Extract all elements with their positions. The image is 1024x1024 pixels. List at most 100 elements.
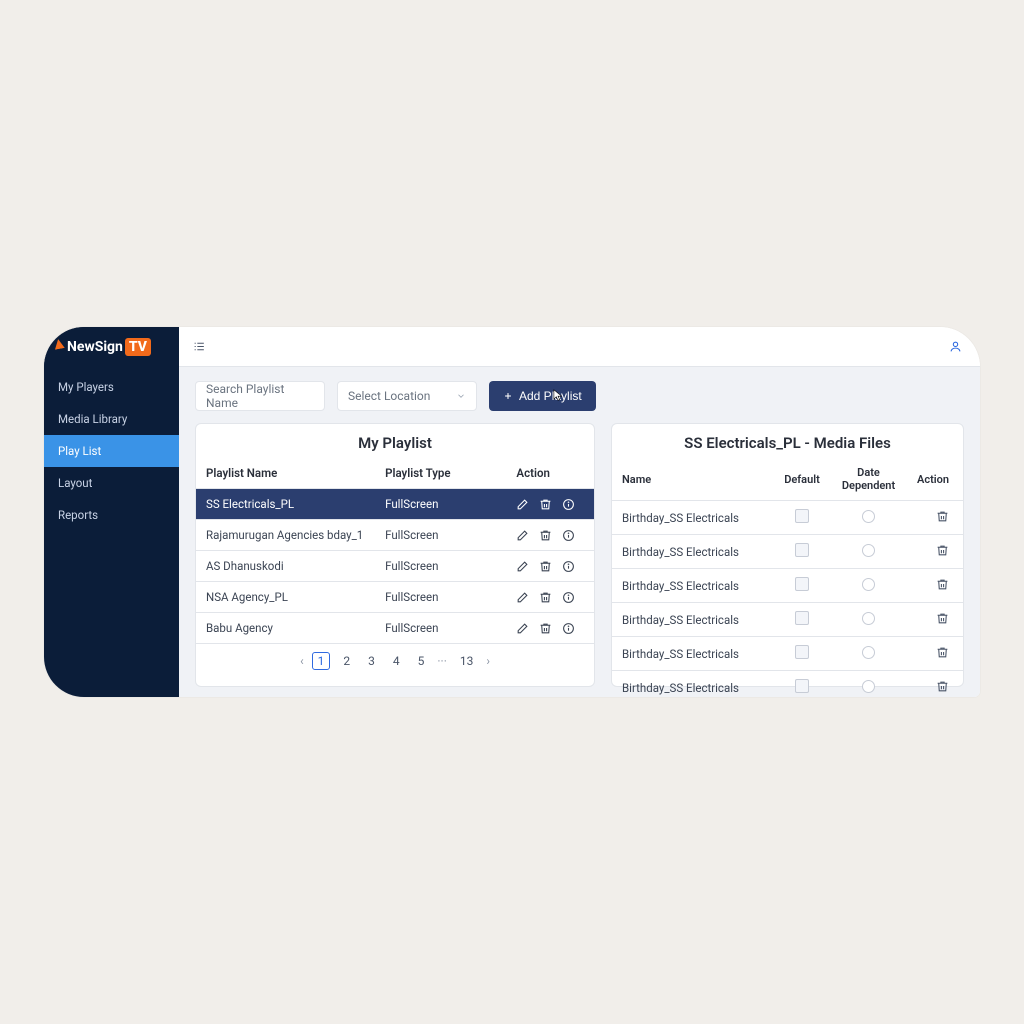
delete-icon[interactable] [936, 646, 949, 659]
media-row-name: Birthday_SS Electricals [612, 603, 774, 637]
playlist-row-name: Babu Agency [196, 613, 375, 644]
playlist-row[interactable]: NSA Agency_PLFullScreen [196, 582, 594, 613]
media-col-date-dependent: Date Dependent [830, 458, 907, 501]
sidebar-nav: My Players Media Library Play List Layou… [44, 367, 179, 531]
default-checkbox[interactable] [795, 645, 809, 659]
info-icon[interactable] [562, 622, 575, 635]
pagination-page-2[interactable]: 2 [338, 653, 355, 669]
delete-icon[interactable] [936, 578, 949, 591]
sidebar-item-my-players[interactable]: My Players [44, 371, 179, 403]
playlist-row[interactable]: AS DhanuskodiFullScreen [196, 551, 594, 582]
delete-icon[interactable] [936, 544, 949, 557]
add-playlist-button[interactable]: Add Playlist [489, 381, 596, 411]
media-row: Birthday_SS Electricals [612, 501, 963, 535]
playlist-table: Playlist Name Playlist Type Action SS El… [196, 458, 594, 644]
edit-icon[interactable] [516, 591, 529, 604]
playlist-card-title: My Playlist [196, 424, 594, 458]
pagination-page-3[interactable]: 3 [363, 653, 380, 669]
user-icon [949, 340, 962, 353]
content: Search Playlist Name Select Location Add… [179, 367, 980, 697]
collapse-sidebar-button[interactable] [193, 340, 206, 353]
sidebar-item-play-list[interactable]: Play List [44, 435, 179, 467]
date-dependent-radio[interactable] [862, 680, 875, 693]
playlist-row-type: FullScreen [375, 489, 506, 520]
info-icon[interactable] [562, 560, 575, 573]
playlist-row-type: FullScreen [375, 551, 506, 582]
playlist-col-action: Action [506, 458, 594, 489]
panels: My Playlist Playlist Name Playlist Type … [195, 423, 964, 687]
app-window: NewSign TV My Players Media Library Play… [44, 327, 980, 697]
media-col-default: Default [774, 458, 830, 501]
playlist-row-name: SS Electricals_PL [196, 489, 375, 520]
list-icon [193, 340, 206, 353]
edit-icon[interactable] [516, 622, 529, 635]
edit-icon[interactable] [516, 529, 529, 542]
media-col-name: Name [612, 458, 774, 501]
cursor-icon [551, 388, 565, 402]
playlist-row-type: FullScreen [375, 520, 506, 551]
edit-icon[interactable] [516, 560, 529, 573]
edit-icon[interactable] [516, 498, 529, 511]
delete-icon[interactable] [936, 612, 949, 625]
main-area: Search Playlist Name Select Location Add… [179, 327, 980, 697]
media-row-name: Birthday_SS Electricals [612, 535, 774, 569]
default-checkbox[interactable] [795, 679, 809, 693]
pagination-page-4[interactable]: 4 [388, 653, 405, 669]
playlist-row-name: AS Dhanuskodi [196, 551, 375, 582]
media-row: Birthday_SS Electricals [612, 671, 963, 698]
delete-icon[interactable] [539, 560, 552, 573]
plus-icon [503, 391, 513, 401]
sidebar-item-layout[interactable]: Layout [44, 467, 179, 499]
date-dependent-radio[interactable] [862, 578, 875, 591]
info-icon[interactable] [562, 529, 575, 542]
media-row-name: Birthday_SS Electricals [612, 671, 774, 698]
location-select[interactable]: Select Location [337, 381, 477, 411]
date-dependent-radio[interactable] [862, 612, 875, 625]
media-table: Name Default Date Dependent Action Birth… [612, 458, 963, 697]
date-dependent-radio[interactable] [862, 544, 875, 557]
media-col-action: Action [907, 458, 963, 501]
delete-icon[interactable] [539, 498, 552, 511]
delete-icon[interactable] [539, 529, 552, 542]
playlist-row[interactable]: Babu AgencyFullScreen [196, 613, 594, 644]
pagination-page-5[interactable]: 5 [413, 653, 430, 669]
brand-icon [53, 338, 65, 350]
delete-icon[interactable] [539, 622, 552, 635]
chevron-down-icon [456, 391, 466, 401]
default-checkbox[interactable] [795, 611, 809, 625]
search-playlist-input[interactable]: Search Playlist Name [195, 381, 325, 411]
default-checkbox[interactable] [795, 543, 809, 557]
pagination-page-last[interactable]: 13 [455, 653, 479, 669]
filters-row: Search Playlist Name Select Location Add… [195, 381, 964, 411]
playlist-row[interactable]: Rajamurugan Agencies bday_1FullScreen [196, 520, 594, 551]
playlist-card: My Playlist Playlist Name Playlist Type … [195, 423, 595, 687]
delete-icon[interactable] [936, 510, 949, 523]
search-placeholder: Search Playlist Name [206, 382, 314, 410]
delete-icon[interactable] [936, 680, 949, 693]
app-layout: NewSign TV My Players Media Library Play… [44, 327, 980, 697]
playlist-row[interactable]: SS Electricals_PLFullScreen [196, 489, 594, 520]
brand-logo: NewSign TV [44, 327, 179, 367]
playlist-col-type: Playlist Type [375, 458, 506, 489]
default-checkbox[interactable] [795, 509, 809, 523]
pagination-page-1[interactable]: 1 [312, 652, 331, 670]
delete-icon[interactable] [539, 591, 552, 604]
location-placeholder: Select Location [348, 389, 430, 403]
date-dependent-radio[interactable] [862, 646, 875, 659]
topbar [179, 327, 980, 367]
playlist-row-type: FullScreen [375, 582, 506, 613]
sidebar-item-reports[interactable]: Reports [44, 499, 179, 531]
media-row-name: Birthday_SS Electricals [612, 569, 774, 603]
pagination-next[interactable]: › [486, 654, 490, 668]
pagination-prev[interactable]: ‹ [300, 654, 304, 668]
info-icon[interactable] [562, 591, 575, 604]
default-checkbox[interactable] [795, 577, 809, 591]
user-menu-button[interactable] [949, 340, 962, 353]
info-icon[interactable] [562, 498, 575, 511]
sidebar: NewSign TV My Players Media Library Play… [44, 327, 179, 697]
sidebar-item-media-library[interactable]: Media Library [44, 403, 179, 435]
playlist-row-name: NSA Agency_PL [196, 582, 375, 613]
media-row-name: Birthday_SS Electricals [612, 637, 774, 671]
playlist-row-name: Rajamurugan Agencies bday_1 [196, 520, 375, 551]
date-dependent-radio[interactable] [862, 510, 875, 523]
